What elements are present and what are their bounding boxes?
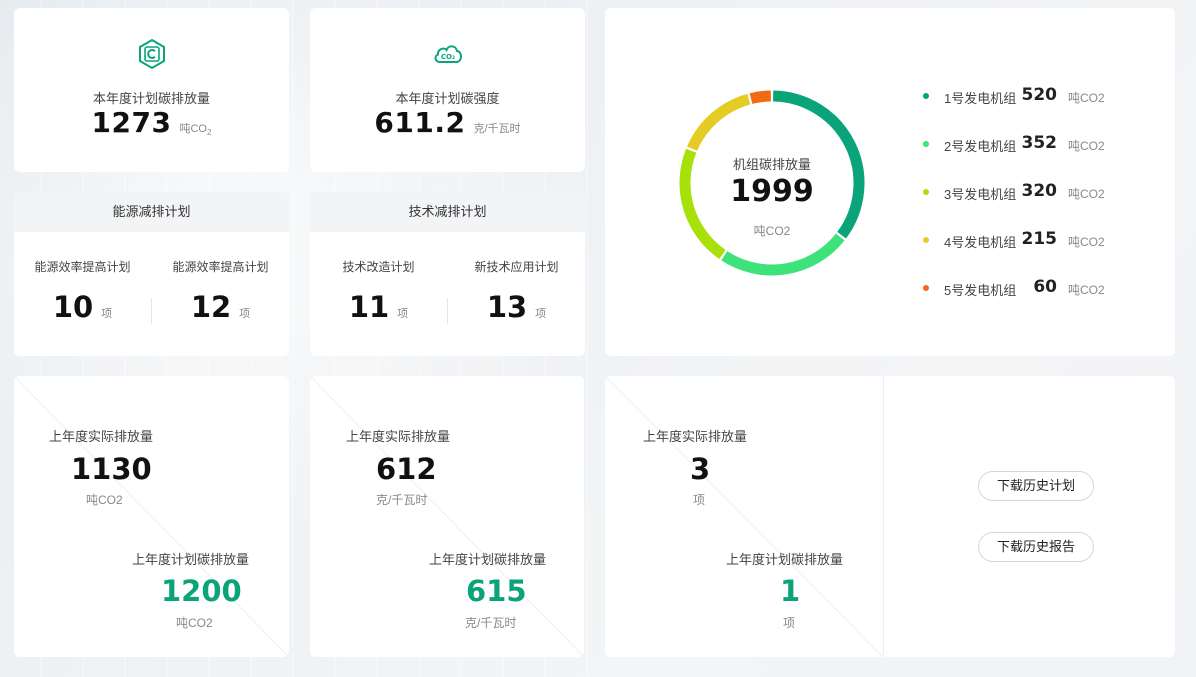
plan-value: 615 xyxy=(466,574,527,608)
card-header: 能源减排计划 xyxy=(14,192,289,232)
plan-item-value: 13 xyxy=(486,290,528,324)
donut-center: 机组碳排放量 1999 吨CO2 xyxy=(677,88,867,278)
legend-label: 2号发电机组 xyxy=(944,139,1017,154)
actual-unit: 项 xyxy=(693,493,706,507)
plan-item-label: 技术改造计划 xyxy=(342,260,415,274)
actual-unit: 克/千瓦时 xyxy=(376,493,428,507)
plan-item-label: 能源效率提高计划 xyxy=(172,260,269,274)
plan-item-value: 10 xyxy=(52,290,94,324)
last-year-intensity-card: 上年度实际排放量 612 克/千瓦时 上年度计划碳排放量 615 克/千瓦时 xyxy=(310,376,584,657)
plan-item: 能源效率提高计划 10 项 xyxy=(14,232,151,356)
legend-value: 520 xyxy=(1021,85,1058,105)
donut-center-unit: 吨CO2 xyxy=(753,224,791,238)
legend-dot xyxy=(923,237,929,243)
plan-value: 1200 xyxy=(161,574,242,608)
plan-item-label: 新技术应用计划 xyxy=(474,260,559,274)
plan-item-value-row: 13 项 xyxy=(448,290,585,324)
kpi-value: 611.2 xyxy=(374,106,466,139)
legend-unit: 吨CO2 xyxy=(1068,91,1105,105)
plan-item-unit: 项 xyxy=(397,308,409,320)
last-year-emission-card: 上年度实际排放量 1130 吨CO2 上年度计划碳排放量 1200 吨CO2 xyxy=(14,376,289,657)
kpi-value-row: 1273 吨CO2 xyxy=(14,106,289,139)
legend-unit: 吨CO2 xyxy=(1068,139,1105,153)
actual-value: 612 xyxy=(376,452,437,486)
plan-value: 1 xyxy=(780,574,801,608)
plan-title: 上年度计划碳排放量 xyxy=(132,552,250,567)
legend-unit: 吨CO2 xyxy=(1068,187,1105,201)
carbon-c-icon xyxy=(138,38,165,70)
plan-unit: 吨CO2 xyxy=(176,616,213,630)
legend-value: 352 xyxy=(1021,133,1058,153)
kpi-unit: 吨CO2 xyxy=(179,123,212,138)
legend-value: 215 xyxy=(1021,229,1058,249)
legend-label: 4号发电机组 xyxy=(944,235,1017,250)
energy-reduction-plan-card: 能源减排计划 能源效率提高计划 10 项 能源效率提高计划 12 项 xyxy=(14,192,289,356)
plan-item-value-row: 11 项 xyxy=(310,290,447,324)
download-history-plan-button[interactable]: 下载历史计划 xyxy=(978,471,1094,501)
donut-center-title: 机组碳排放量 xyxy=(732,157,811,172)
legend-value: 320 xyxy=(1021,181,1058,201)
plan-item: 技术改造计划 11 项 xyxy=(310,232,447,356)
co2-cloud-icon: CO₂ xyxy=(434,45,462,63)
kpi-title: 本年度计划碳强度 xyxy=(395,91,500,106)
kpi-value: 1273 xyxy=(91,106,172,139)
legend-dot xyxy=(923,285,929,291)
kpi-unit-main: 吨CO xyxy=(179,123,207,135)
tech-reduction-plan-card: 技术减排计划 技术改造计划 11 项 新技术应用计划 13 项 xyxy=(310,192,585,356)
legend-unit: 吨CO2 xyxy=(1068,235,1105,249)
plan-unit: 克/千瓦时 xyxy=(465,616,517,630)
actual-title: 上年度实际排放量 xyxy=(346,429,451,444)
actual-title: 上年度实际排放量 xyxy=(49,429,154,444)
diagonal-decoration xyxy=(310,376,584,657)
svg-text:CO₂: CO₂ xyxy=(440,53,454,61)
actual-value: 1130 xyxy=(71,452,152,486)
plan-title: 上年度计划碳排放量 xyxy=(429,552,547,567)
legend-dot xyxy=(923,141,929,147)
legend-dot xyxy=(923,93,929,99)
plan-item-value-row: 12 项 xyxy=(152,290,289,324)
unit-emission-card: 机组碳排放量 1999 吨CO2 1号发电机组 520 吨CO2 2号发电机组 352 吨… xyxy=(605,8,1175,356)
kpi-unit-sub: 2 xyxy=(206,128,212,138)
plan-item: 能源效率提高计划 12 项 xyxy=(152,232,289,356)
plan-unit: 项 xyxy=(783,616,796,630)
plan-item-unit: 项 xyxy=(101,308,113,320)
plan-item-value: 11 xyxy=(348,290,390,324)
plan-item-unit: 项 xyxy=(535,308,547,320)
plan-item-unit: 项 xyxy=(239,308,251,320)
kpi-title: 本年度计划碳排放量 xyxy=(92,91,210,106)
plan-title: 上年度计划碳排放量 xyxy=(726,552,844,567)
legend-label: 5号发电机组 xyxy=(944,283,1017,298)
actual-title: 上年度实际排放量 xyxy=(643,429,748,444)
legend-unit: 吨CO2 xyxy=(1068,283,1105,297)
kpi-unit: 克/千瓦时 xyxy=(473,123,521,135)
plan-item-value-row: 10 项 xyxy=(14,290,151,324)
plan-item-label: 能源效率提高计划 xyxy=(34,260,131,274)
donut-center-value: 1999 xyxy=(730,174,814,209)
plan-item: 新技术应用计划 13 项 xyxy=(448,232,585,356)
download-history-report-button[interactable]: 下载历史报告 xyxy=(978,532,1094,562)
kpi-value-row: 611.2 克/千瓦时 xyxy=(310,106,585,139)
vertical-divider xyxy=(883,376,884,657)
legend-label: 1号发电机组 xyxy=(944,91,1017,106)
kpi-card-planned-emission: 本年度计划碳排放量 1273 吨CO2 xyxy=(14,8,289,172)
last-year-items-card: 上年度实际排放量 3 项 上年度计划碳排放量 1 项 下载历史计划 下载历史报告 xyxy=(605,376,1175,657)
actual-unit: 吨CO2 xyxy=(86,493,123,507)
diagonal-decoration xyxy=(605,376,883,657)
card-header: 技术减排计划 xyxy=(310,192,585,232)
plan-item-value: 12 xyxy=(190,290,232,324)
kpi-card-planned-intensity: CO₂ 本年度计划碳强度 611.2 克/千瓦时 xyxy=(310,8,585,172)
diagonal-decoration xyxy=(14,376,289,657)
legend-label: 3号发电机组 xyxy=(944,187,1017,202)
actual-value: 3 xyxy=(690,452,711,486)
legend-dot xyxy=(923,189,929,195)
legend-value: 60 xyxy=(1033,277,1057,297)
